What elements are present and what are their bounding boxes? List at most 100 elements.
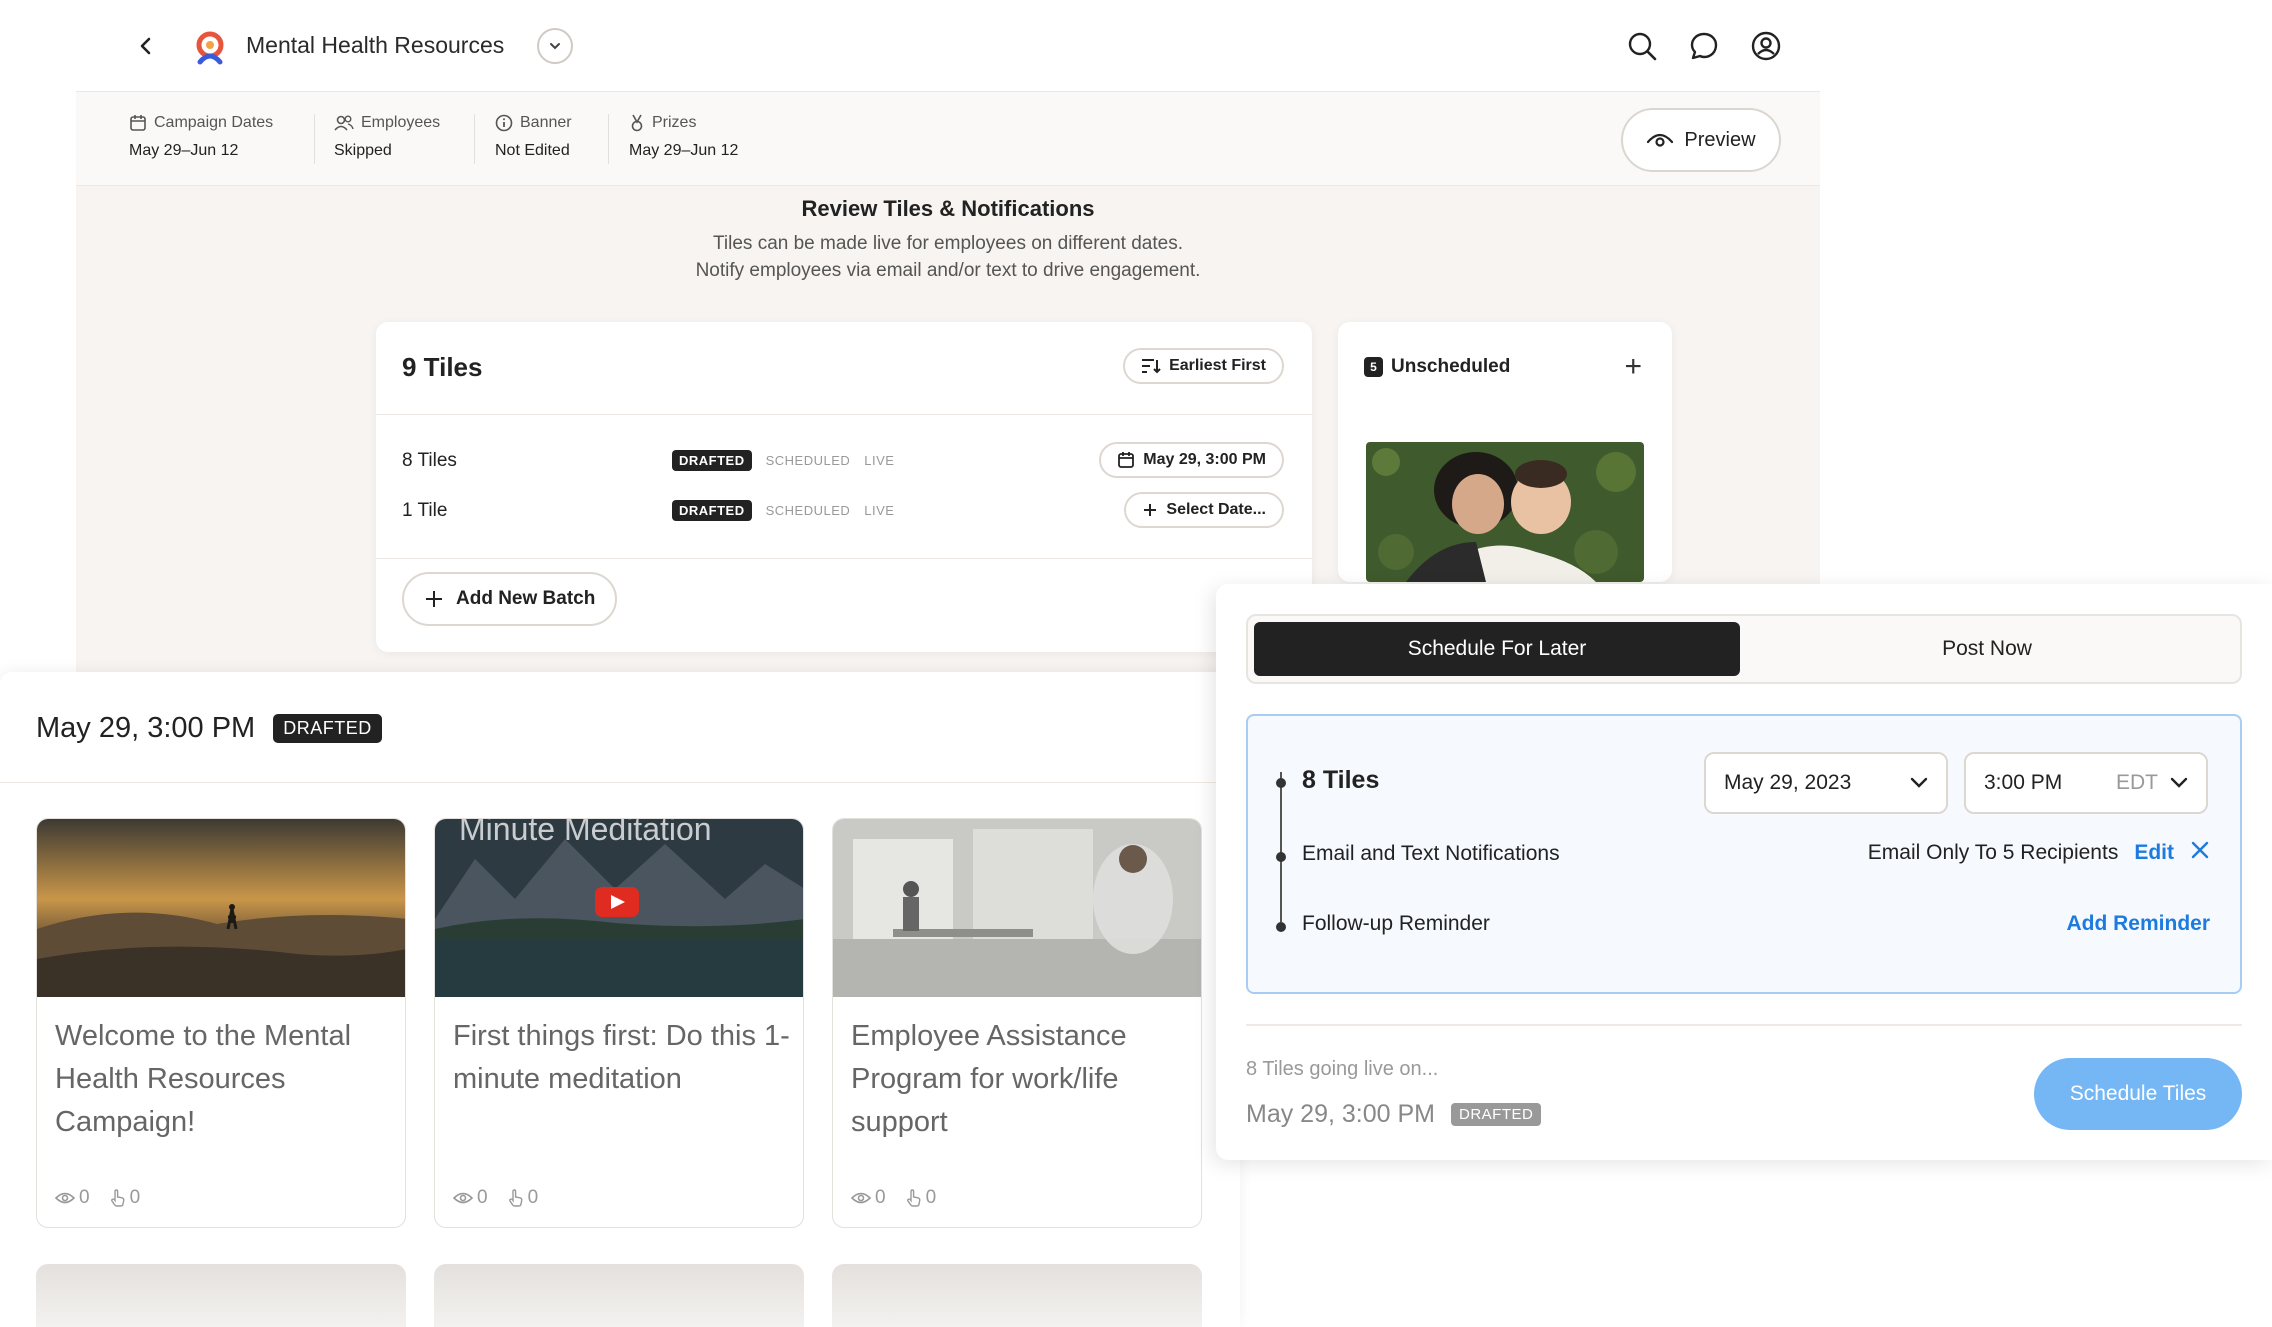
tile-title: First things first: Do this 1-minute med… [453,1020,790,1095]
tab-post-now[interactable]: Post Now [1740,622,2234,676]
tab-schedule-for-later[interactable]: Schedule For Later [1254,622,1740,676]
tile-title: Welcome to the Mental Health Resources C… [55,1020,352,1138]
tile-views-count: 0 [79,1187,90,1208]
reminder-label: Follow-up Reminder [1302,912,1490,935]
search-icon[interactable] [1624,28,1660,64]
batch-detail-header: May 29, 3:00 PM DRAFTED [36,712,382,745]
tile-card[interactable]: Welcome to the Mental Health Resources C… [36,818,406,1228]
app-logo [190,28,230,68]
batch-row[interactable]: 1 Tile DRAFTED SCHEDULED LIVE Select Dat… [402,492,1284,528]
status-live: LIVE [864,503,895,518]
preview-button[interactable]: Preview [1621,108,1781,172]
tile-clicks: 0 [110,1187,141,1209]
tile-clicks-count: 0 [129,1187,141,1208]
select-date-button[interactable]: Select Date... [1124,492,1284,528]
pointer-icon [906,1189,921,1207]
meta-prizes[interactable]: Prizes May 29–Jun 12 [629,114,738,160]
tile-card-partial[interactable] [434,1264,804,1327]
batch-name: 1 Tile [402,500,448,521]
eye-icon [1647,133,1674,147]
time-select[interactable]: 3:00 PM EDT [1964,752,2208,814]
meta-banner[interactable]: Banner Not Edited [495,114,572,160]
date-select-value: May 29, 2023 [1724,771,1852,794]
meta-label: Banner [520,114,572,131]
batch-name: 8 Tiles [402,450,457,471]
status-drafted: DRAFTED [672,500,752,521]
meta-label: Prizes [652,114,697,131]
tiles-card: 9 Tiles Earliest First 8 Tiles DRAFTED S… [376,322,1312,652]
batch-detail-title: May 29, 3:00 PM [36,712,256,744]
tile-image [833,819,1201,997]
account-icon[interactable] [1748,28,1784,64]
select-date-label: Select Date... [1166,501,1266,518]
plus-icon [1144,504,1157,516]
top-bar: Mental Health Resources [76,0,1820,92]
add-unscheduled-icon[interactable]: + [1624,350,1642,384]
notifications-label: Email and Text Notifications [1302,842,1560,865]
tile-views: 0 [851,1187,886,1209]
notifications-controls: Email Only To 5 Recipients Edit [1868,840,2210,866]
unscheduled-tile-thumbnail[interactable] [1366,442,1644,582]
tile-stats: 0 0 [851,1187,936,1209]
campaign-dropdown-button[interactable] [537,28,573,64]
tile-clicks-count: 0 [527,1187,539,1208]
time-select-value: 3:00 PM [1984,771,2063,794]
timeline-line [1280,772,1282,922]
tile-clicks: 0 [906,1187,937,1209]
close-icon[interactable] [2190,840,2210,866]
meta-value: Skipped [334,142,392,159]
preview-label: Preview [1684,128,1756,151]
schedule-tiles-button[interactable]: Schedule Tiles [2034,1058,2242,1130]
timeline-dot [1276,922,1286,932]
batch-date-button[interactable]: May 29, 3:00 PM [1099,442,1284,478]
add-new-batch-button[interactable]: Add New Batch [402,572,618,626]
tile-views: 0 [55,1187,90,1209]
meta-campaign-dates[interactable]: Campaign Dates May 29–Jun 12 [129,114,273,160]
tile-title: Employee Assistance Program for work/lif… [851,1020,1127,1138]
status-drafted: DRAFTED [672,450,752,471]
plus-icon [426,591,442,607]
status-scheduled: SCHEDULED [765,453,851,468]
status-scheduled: SCHEDULED [765,503,851,518]
status-live: LIVE [864,453,895,468]
campaign-editor: Mental Health Resources Campaign Dates M… [76,0,1820,680]
tile-views-count: 0 [477,1187,488,1208]
chat-icon[interactable] [1686,28,1722,64]
schedule-mode-toggle: Schedule For Later Post Now [1246,614,2242,684]
timezone-label: EDT [2116,771,2158,794]
medal-icon [631,114,643,132]
meta-employees[interactable]: Employees Skipped [334,114,440,160]
add-reminder-link[interactable]: Add Reminder [2066,912,2210,936]
tile-card-partial[interactable] [832,1264,1202,1327]
schedule-details-box: 8 Tiles May 29, 2023 3:00 PM EDT Email a… [1246,714,2242,994]
tiles-count-title: 9 Tiles [402,352,483,382]
date-select[interactable]: May 29, 2023 [1704,752,1948,814]
review-subtitle-line: Notify employees via email and/or text t… [695,260,1201,281]
sort-button[interactable]: Earliest First [1123,348,1284,384]
unscheduled-card: 5 Unscheduled + [1338,322,1672,582]
calendar-icon [1118,452,1135,468]
tile-card[interactable]: Employee Assistance Program for work/lif… [832,818,1202,1228]
eye-icon [453,1192,473,1204]
batch-status-steps: DRAFTED SCHEDULED LIVE [672,450,894,471]
reminder-controls: Add Reminder [2066,912,2210,936]
users-icon [334,115,354,131]
unscheduled-label: Unscheduled [1391,356,1511,377]
info-icon [495,114,513,132]
divider [314,114,315,164]
batch-row[interactable]: 8 Tiles DRAFTED SCHEDULED LIVE May 29, 3… [402,442,1284,478]
tile-image: Minute Meditation [435,819,803,997]
tile-views-count: 0 [875,1187,886,1208]
timeline-dot [1276,778,1286,788]
tile-clicks-count: 0 [925,1187,937,1208]
tile-card-partial[interactable] [36,1264,406,1327]
divider [608,114,609,164]
tile-card[interactable]: Minute Meditation First things first: Do… [434,818,804,1228]
divider [376,558,1312,559]
review-subtitle: Tiles can be made live for employees on … [76,230,1820,284]
status-badge: DRAFTED [1450,1103,1542,1126]
edit-notifications-link[interactable]: Edit [2134,841,2174,865]
back-icon[interactable] [128,28,164,64]
pointer-icon [508,1189,523,1207]
batch-detail-panel: May 29, 3:00 PM DRAFTED Welcome to the M… [0,672,1240,1327]
